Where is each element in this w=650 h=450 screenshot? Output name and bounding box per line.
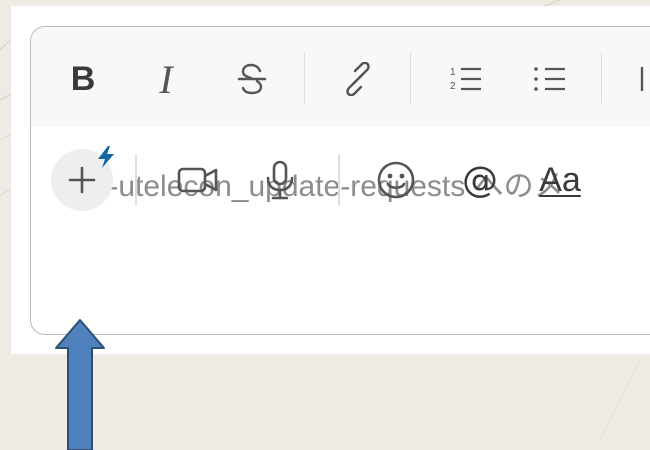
video-camera-icon <box>177 167 218 193</box>
bold-button[interactable]: B <box>61 57 105 101</box>
mention-button[interactable]: @ <box>455 155 505 205</box>
microphone-icon <box>266 160 294 200</box>
bold-icon: B <box>70 59 96 98</box>
block-quote-icon <box>640 67 644 91</box>
italic-button[interactable]: I <box>144 56 188 102</box>
block-quote-button[interactable] <box>629 57 650 101</box>
message-composer: B I 1 2 #gr-utelecon_update-requests へのメ… <box>30 26 650 335</box>
emoji-button[interactable] <box>371 155 421 205</box>
svg-text:2: 2 <box>450 81 456 92</box>
text-format-icon: Aa <box>539 160 581 199</box>
formatting-toolbar: B I 1 2 <box>31 27 650 127</box>
toolbar-divider <box>135 155 137 205</box>
toolbar-divider <box>601 53 602 103</box>
ordered-list-icon: 1 2 <box>450 67 481 92</box>
audio-clip-button[interactable] <box>255 155 305 205</box>
strikethrough-icon <box>237 63 267 95</box>
attach-shortcut-button[interactable] <box>51 146 114 211</box>
toolbar-divider <box>338 155 340 205</box>
emoji-smile-icon <box>377 161 415 199</box>
bullet-list-icon <box>534 67 565 91</box>
video-clip-button[interactable] <box>173 155 223 205</box>
annotation-arrow <box>55 319 105 450</box>
ordered-list-button[interactable]: 1 2 <box>444 57 488 101</box>
link-button[interactable] <box>336 57 380 101</box>
bullet-list-button[interactable] <box>528 57 572 101</box>
toolbar-divider <box>410 53 411 103</box>
lightning-bolt-icon <box>98 146 114 168</box>
at-sign-icon: @ <box>462 159 498 201</box>
italic-icon: I <box>159 56 173 102</box>
link-icon <box>346 62 370 96</box>
toolbar-divider <box>304 53 305 103</box>
text-format-button[interactable]: Aa <box>535 155 585 205</box>
svg-text:1: 1 <box>450 67 456 78</box>
strikethrough-button[interactable] <box>230 57 274 101</box>
